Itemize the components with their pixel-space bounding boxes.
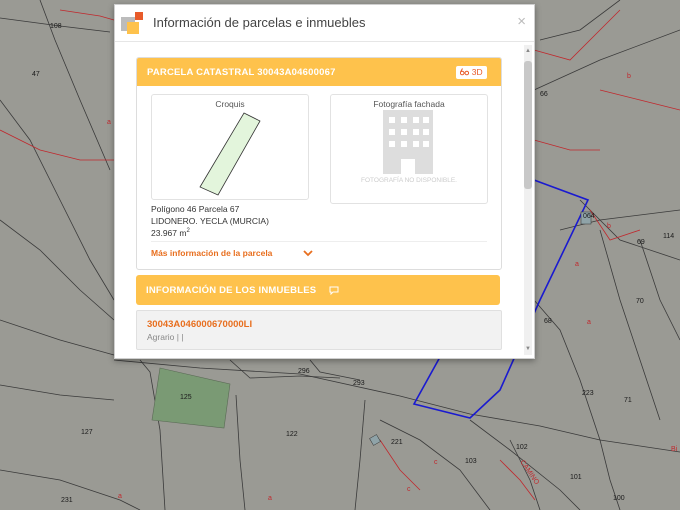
map-label-231: 231 [61, 497, 73, 504]
map-label-223: 223 [582, 390, 594, 397]
buildings-panel: INFORMACIÓN DE LOS INMUEBLES [136, 275, 500, 305]
map-label-125: 125 [180, 394, 192, 401]
parcel-panel: PARCELA CATASTRAL 30043A04600067 3D Croq… [136, 57, 502, 270]
buildings-panel-header: INFORMACIÓN DE LOS INMUEBLES [136, 275, 500, 305]
dialog-scrollbar[interactable]: ▲ ▼ [524, 45, 532, 355]
scroll-up-arrow-icon[interactable]: ▲ [524, 47, 532, 55]
scroll-thumb[interactable] [524, 61, 532, 189]
map-label-69: 69 [637, 239, 645, 246]
dialog-header[interactable]: Información de parcelas e inmuebles × [115, 5, 534, 42]
chevron-down-icon[interactable] [303, 249, 313, 257]
building-usage: Agrario | | [147, 332, 184, 342]
building-placeholder-icon [383, 110, 433, 174]
map-mark-a: a [268, 495, 272, 502]
map-label-68: 68 [544, 318, 552, 325]
close-button[interactable]: × [517, 13, 526, 30]
parcel-location-line2: LIDONERO. YECLA (MURCIA) [151, 216, 269, 226]
map-label-108: 108 [50, 23, 62, 30]
map-mark-c: c [407, 486, 411, 493]
more-parcel-info-link[interactable]: Más información de la parcela [151, 248, 272, 258]
parcel-area-exponent: 2 [186, 228, 190, 235]
catastro-logo-icon [121, 12, 143, 34]
building-item[interactable]: 30043A046000670000LI Agrario | | [136, 310, 502, 350]
parcel-info-dialog: Información de parcelas e inmuebles × PA… [114, 4, 535, 359]
map-mark-a: a [575, 261, 579, 268]
view-3d-label: 3D [471, 67, 483, 77]
dialog-body: PARCELA CATASTRAL 30043A04600067 3D Croq… [115, 42, 523, 356]
parcel-reference-title: PARCELA CATASTRAL 30043A04600067 [147, 67, 336, 78]
dialog-title: Información de parcelas e inmuebles [153, 15, 366, 30]
map-mark-a: a [587, 319, 591, 326]
facade-photo-card: Fotografía fachada FOTOGRAFÍA NO DISPONI… [330, 94, 488, 204]
parcel-area: 23.967 m2 [151, 228, 190, 238]
building-reference-link[interactable]: 30043A046000670000LI [147, 319, 252, 330]
scroll-down-arrow-icon[interactable]: ▼ [524, 345, 532, 353]
divider [151, 241, 487, 242]
map-label-66: 66 [540, 91, 548, 98]
parcel-sketch [199, 112, 261, 196]
view-3d-button[interactable]: 3D [456, 66, 487, 79]
map-mark-a: a [107, 119, 111, 126]
map-label-47: 47 [32, 71, 40, 78]
map-label-221: 221 [391, 439, 403, 446]
map-label-101: 101 [570, 474, 582, 481]
sketch-card[interactable]: Croquis [151, 94, 309, 200]
photo-unavailable-text: FOTOGRAFÍA NO DISPONIBLE. [361, 177, 457, 184]
map-label-293: 293 [353, 380, 365, 387]
map-label-100: 100 [613, 495, 625, 502]
map-mark-b: b [607, 223, 611, 230]
buildings-title: INFORMACIÓN DE LOS INMUEBLES [146, 285, 317, 296]
map-mark-a: a [118, 493, 122, 500]
map-label-127: 127 [81, 429, 93, 436]
map-label-064: 064 [583, 213, 595, 220]
map-label-296: 296 [298, 368, 310, 375]
map-label-102: 102 [516, 444, 528, 451]
map-label-71: 71 [624, 397, 632, 404]
map-label-103: 103 [465, 458, 477, 465]
parcel-panel-header: PARCELA CATASTRAL 30043A04600067 3D [137, 58, 501, 86]
parcel-area-value: 23.967 m [151, 228, 187, 238]
map-mark-c: c [434, 459, 438, 466]
map-edge-label: Bi [671, 446, 678, 453]
map-label-70: 70 [636, 298, 644, 305]
parcel-location-line1: Polígono 46 Parcela 67 [151, 204, 240, 214]
map-label-114: 114 [663, 233, 674, 240]
map-label-122: 122 [286, 431, 298, 438]
map-mark-b: b [627, 73, 631, 80]
chat-bubble-icon [329, 286, 339, 295]
glasses-3d-icon [460, 68, 470, 76]
